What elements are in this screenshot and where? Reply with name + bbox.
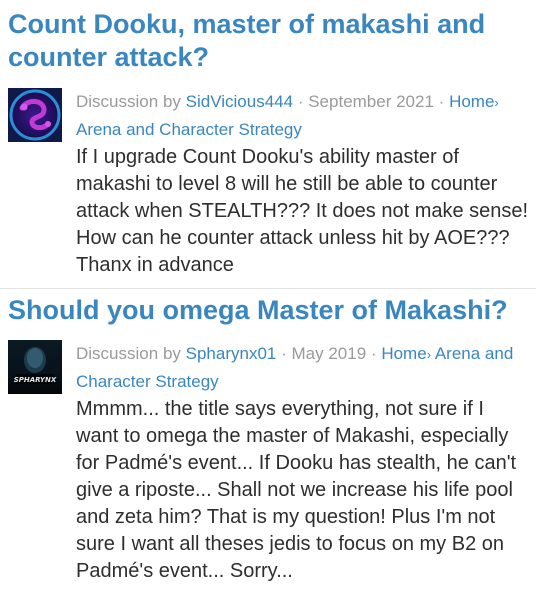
purple-swirl-avatar-icon: [8, 88, 62, 142]
discussion-meta: Discussion by Spharynx01 · May 2019 · Ho…: [76, 340, 528, 395]
breadcrumb-category-link[interactable]: Arena and Character Strategy: [76, 120, 302, 139]
discussion-item: Count Dooku, master of makashi and count…: [0, 0, 536, 288]
post-date: September 2021: [308, 92, 434, 111]
by-label: by: [162, 92, 181, 111]
post-date: May 2019: [291, 344, 367, 363]
author-link[interactable]: Spharynx01: [186, 344, 277, 363]
breadcrumb-home-link[interactable]: Home: [449, 92, 494, 111]
by-label: by: [162, 344, 181, 363]
breadcrumb-home-link[interactable]: Home: [381, 344, 426, 363]
meta-separator: ·: [438, 92, 445, 111]
discussion-excerpt: If I upgrade Count Dooku's ability maste…: [76, 146, 529, 276]
meta-separator: ·: [297, 92, 304, 111]
meta-separator: ·: [281, 344, 287, 363]
meta-separator: ·: [370, 344, 377, 363]
spharynx-avatar-icon: SPHARYNX: [8, 340, 62, 394]
discussion-meta: Discussion by SidVicious444 · September …: [76, 88, 528, 143]
user-avatar[interactable]: [8, 88, 62, 142]
discussion-title-link[interactable]: Count Dooku, master of makashi and count…: [8, 8, 528, 74]
discussion-item: Should you omega Master of Makashi? SPHA…: [0, 288, 536, 600]
breadcrumb-chevron-icon: ›: [426, 347, 432, 362]
author-link[interactable]: SidVicious444: [186, 92, 293, 111]
discussion-type-label: Discussion: [76, 92, 159, 111]
user-avatar[interactable]: SPHARYNX: [8, 340, 62, 394]
discussion-title-link[interactable]: Should you omega Master of Makashi?: [8, 294, 528, 327]
svg-text:SPHARYNX: SPHARYNX: [14, 376, 57, 384]
breadcrumb-chevron-icon: ›: [494, 95, 499, 110]
discussion-excerpt: Mmmm... the title says everything, not s…: [76, 398, 517, 582]
discussion-type-label: Discussion: [76, 344, 159, 363]
